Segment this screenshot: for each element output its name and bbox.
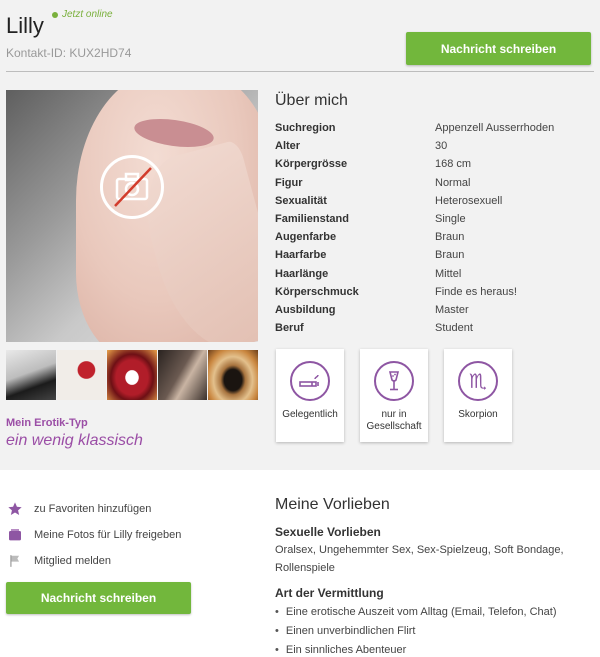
about-value: Mittel xyxy=(435,267,462,280)
camera-off-icon xyxy=(100,155,164,219)
header-divider xyxy=(6,71,594,72)
erotik-type-label: Mein Erotik-Typ xyxy=(6,417,88,429)
photo-thumbnails xyxy=(6,350,258,400)
profile-photo[interactable] xyxy=(6,90,258,342)
add-favorite-label: zu Favoriten hinzufügen xyxy=(34,503,152,515)
about-row: Körperschmuck Finde es heraus! xyxy=(275,285,595,303)
about-list: Suchregion Appenzell Ausserrhoden Alter 30… xyxy=(275,121,595,339)
add-favorite-link[interactable]: zu Favoriten hinzufügen xyxy=(6,496,181,522)
about-value: Student xyxy=(435,322,473,335)
mediation-title: Art der Vermittlung xyxy=(275,586,384,600)
about-row: Figur Normal xyxy=(275,176,595,194)
report-member-label: Mitglied melden xyxy=(34,555,112,567)
lifestyle-cards: Gelegentlich nur in Gesellschaft ♏ Skorp… xyxy=(276,349,512,442)
about-row: Familienstand Single xyxy=(275,212,595,230)
online-dot-icon xyxy=(52,11,58,18)
list-item: Eine erotische Auszeit vom Alltag (Email… xyxy=(275,602,557,621)
about-row: Suchregion Appenzell Ausserrhoden xyxy=(275,121,595,139)
photos-icon xyxy=(6,526,24,544)
contact-id: Kontakt-ID: KUX2HD74 xyxy=(6,46,132,60)
profile-name: Lilly xyxy=(6,13,44,38)
mediation-list: Eine erotische Auszeit vom Alltag (Email… xyxy=(275,602,557,657)
profile-actions: zu Favoriten hinzufügen Meine Fotos für … xyxy=(6,496,181,574)
list-item: Ein sinnliches Abenteuer xyxy=(275,640,557,657)
smoking-card: Gelegentlich xyxy=(276,349,344,442)
preferences-title: Meine Vorlieben xyxy=(275,496,390,513)
thumbnail-2[interactable] xyxy=(56,350,107,400)
share-photos-label: Meine Fotos für Lilly freigeben xyxy=(34,529,182,541)
about-value: Single xyxy=(435,212,466,225)
list-item: Einen unverbindlichen Flirt xyxy=(275,621,557,640)
about-key: Ausbildung xyxy=(275,303,336,316)
about-key: Suchregion xyxy=(275,122,336,134)
about-row: Haarfarbe Braun xyxy=(275,248,595,266)
about-value: Heterosexuell xyxy=(435,194,503,207)
about-title: Über mich xyxy=(275,92,348,109)
thumbnail-5[interactable] xyxy=(208,350,258,400)
about-value: 30 xyxy=(435,140,448,153)
message-button-top[interactable]: Nachricht schreiben xyxy=(406,32,591,65)
about-row: Sexualität Heterosexuell xyxy=(275,194,595,212)
about-value: Braun xyxy=(435,231,465,244)
about-key: Körperschmuck xyxy=(275,285,359,298)
about-key: Haarlänge xyxy=(275,267,329,280)
flag-icon xyxy=(6,552,24,570)
online-status-label: Jetzt online xyxy=(62,9,113,20)
about-value: Appenzell Ausserrhoden xyxy=(435,122,555,134)
sexual-preferences-text: Oralsex, Ungehemmter Sex, Sex-Spielzeug,… xyxy=(275,544,564,574)
thumbnail-4[interactable] xyxy=(157,350,208,400)
about-value: Normal xyxy=(435,176,471,189)
about-key: Körpergrösse xyxy=(275,158,348,171)
about-key: Sexualität xyxy=(275,194,327,207)
message-button-bottom[interactable]: Nachricht schreiben xyxy=(6,582,191,614)
about-value: 168 cm xyxy=(435,158,472,171)
about-value: Master xyxy=(435,303,469,316)
zodiac-label: Skorpion xyxy=(458,409,498,420)
about-row: Körpergrösse 168 cm xyxy=(275,157,595,175)
zodiac-card: ♏ Skorpion xyxy=(444,349,512,442)
about-row: Beruf Student xyxy=(275,321,595,339)
report-member-link[interactable]: Mitglied melden xyxy=(6,548,181,574)
about-value: Finde es heraus! xyxy=(435,285,517,298)
about-row: Haarlänge Mittel xyxy=(275,267,595,285)
online-status: Jetzt online xyxy=(52,9,113,20)
smoking-label: Gelegentlich xyxy=(282,409,338,420)
about-key: Figur xyxy=(275,176,303,189)
thumbnail-1[interactable] xyxy=(6,350,56,400)
erotik-type-value: ein wenig klassisch xyxy=(6,432,143,449)
about-key: Familienstand xyxy=(275,212,349,225)
drinking-label: nur in Gesellschaft xyxy=(366,409,422,432)
champagne-glass-icon xyxy=(374,361,414,401)
scorpio-icon: ♏ xyxy=(458,361,498,401)
drinking-card: nur in Gesellschaft xyxy=(360,349,428,442)
cigarette-icon xyxy=(290,361,330,401)
about-row: Ausbildung Master xyxy=(275,303,595,321)
sexual-preferences-title: Sexuelle Vorlieben xyxy=(275,525,381,539)
about-key: Alter xyxy=(275,140,301,153)
thumbnail-3[interactable] xyxy=(107,350,157,400)
about-row: Alter 30 xyxy=(275,139,595,157)
about-row: Augenfarbe Braun xyxy=(275,230,595,248)
about-key: Haarfarbe xyxy=(275,249,327,262)
about-key: Beruf xyxy=(275,322,304,335)
star-icon xyxy=(6,500,24,518)
about-key: Augenfarbe xyxy=(275,231,337,244)
about-value: Braun xyxy=(435,249,465,262)
share-photos-link[interactable]: Meine Fotos für Lilly freigeben xyxy=(6,522,181,548)
